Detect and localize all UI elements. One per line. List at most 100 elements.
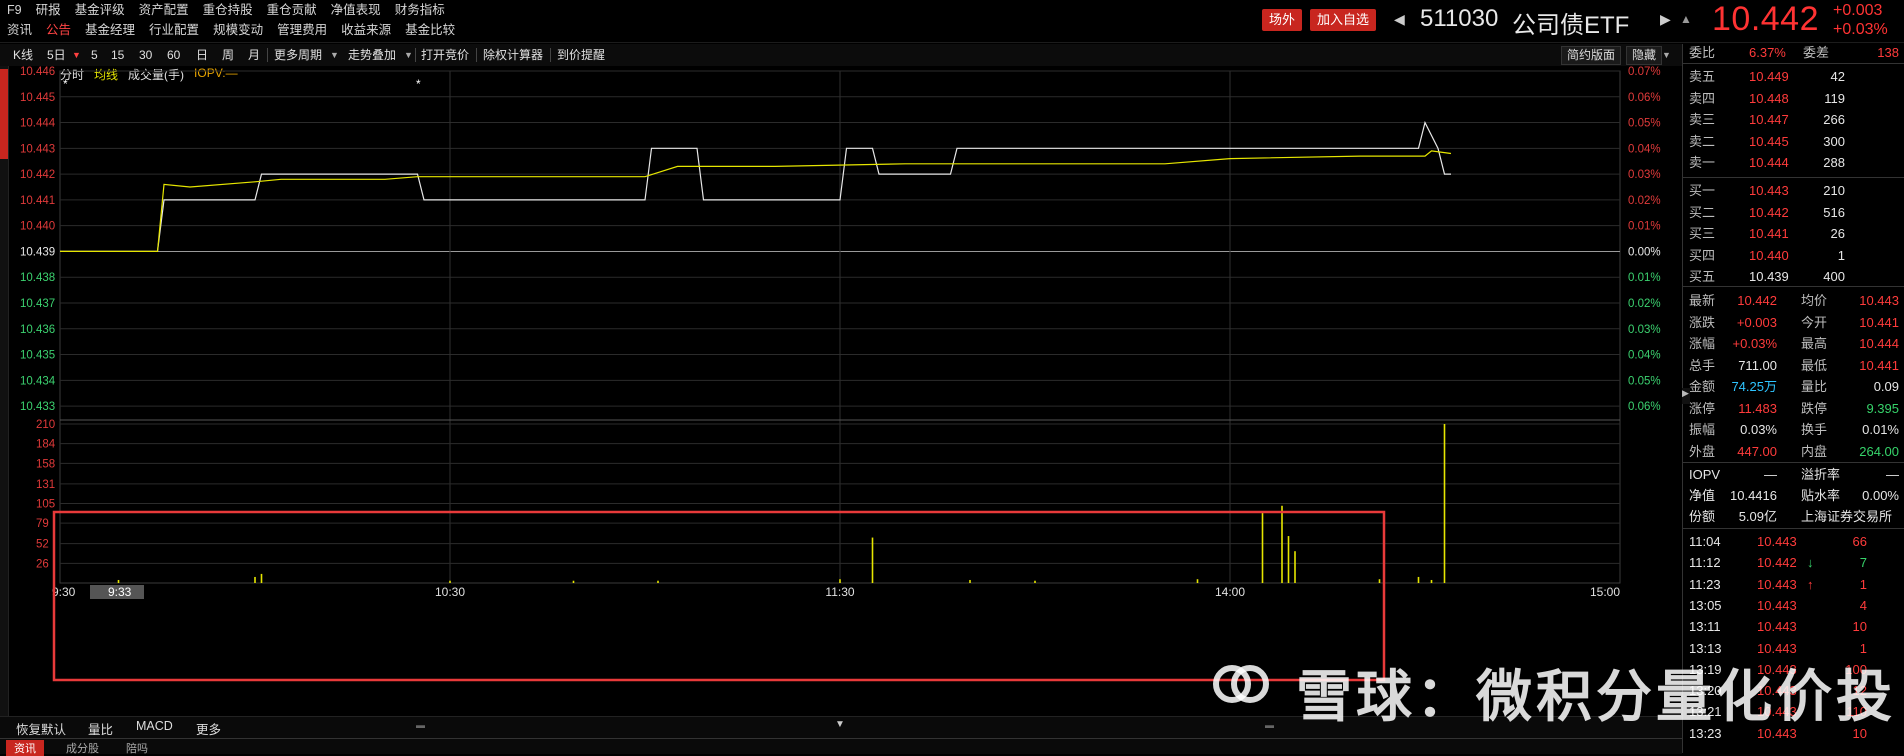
- splitter-handle[interactable]: ▬: [416, 720, 425, 730]
- menu-item[interactable]: 基金评级: [68, 0, 132, 20]
- tick-row[interactable]: 11:04 10.443 66: [1683, 531, 1904, 552]
- ask-row[interactable]: 卖一 10.444 288: [1683, 152, 1904, 173]
- volume-ratio-tab[interactable]: 量比: [88, 719, 113, 738]
- level-price: 10.444: [1749, 155, 1789, 170]
- menu-item[interactable]: 管理费用: [270, 20, 334, 40]
- stat-value: 0.01%: [1862, 422, 1899, 437]
- tick-price: 10.443: [1757, 619, 1797, 635]
- volume-tick-label: 52: [36, 539, 49, 551]
- period-week[interactable]: 周: [222, 44, 234, 66]
- menu-item[interactable]: 财务指标: [388, 0, 452, 20]
- hide-dropdown-icon[interactable]: ▼: [1662, 44, 1671, 66]
- period-15min[interactable]: 15: [111, 44, 124, 66]
- period-month[interactable]: 月: [248, 44, 260, 66]
- menu-item[interactable]: 资讯: [0, 20, 39, 40]
- price-tick-label: 10.435: [20, 350, 55, 362]
- ask-row[interactable]: 卖四 10.448 119: [1683, 88, 1904, 109]
- time-tick-label: 11:30: [825, 585, 854, 599]
- period-dropdown-icon[interactable]: ▼: [72, 44, 81, 66]
- price-tick-label: 10.434: [20, 375, 56, 387]
- percent-tick-label: 0.04%: [1628, 350, 1661, 362]
- period-30min[interactable]: 30: [139, 44, 152, 66]
- top-bar: F9 研报 基金评级 资产配置 重仓持股 重仓贡献 净值表现 财务指标 资讯 公告 基金经理 行业配…: [0, 0, 1904, 43]
- toolbar-divider: [415, 48, 416, 62]
- menu-item[interactable]: 基金经理: [78, 20, 142, 40]
- tick-row[interactable]: 11:12 10.442 ↓ 7: [1683, 552, 1904, 573]
- divider: [1683, 286, 1904, 287]
- next-stock-icon[interactable]: ▶: [1660, 11, 1671, 28]
- bid-row[interactable]: 买一 10.443 210: [1683, 180, 1904, 201]
- stat-value: 447.00: [1737, 443, 1777, 459]
- weicha-label: 委差: [1803, 45, 1830, 60]
- menu-item[interactable]: F9: [0, 0, 29, 20]
- tick-row[interactable]: 13:11 10.443 10: [1683, 616, 1904, 637]
- prev-stock-icon[interactable]: ◀: [1394, 11, 1405, 28]
- bid-row[interactable]: 买二 10.442 516: [1683, 202, 1904, 223]
- divider: [1683, 63, 1904, 64]
- bell-icon[interactable]: ▲: [1680, 12, 1692, 26]
- outside-button[interactable]: 场外: [1262, 9, 1303, 31]
- menu-item[interactable]: 规模变动: [206, 20, 270, 40]
- level-volume: 300: [1823, 133, 1845, 149]
- tick-time: 13:05: [1689, 597, 1722, 613]
- menu-row-1: F9 研报 基金评级 资产配置 重仓持股 重仓贡献 净值表现 财务指标: [0, 0, 452, 20]
- tick-row[interactable]: 11:23 10.443 ↑ 1: [1683, 574, 1904, 595]
- price-alert-button[interactable]: 到价提醒: [557, 44, 605, 66]
- level-volume: 119: [1824, 90, 1845, 106]
- period-5min[interactable]: 5: [91, 44, 98, 66]
- level-label: 卖三: [1689, 112, 1716, 127]
- level-price: 10.449: [1749, 69, 1789, 84]
- bottom-tab-other[interactable]: 陪吗: [118, 740, 156, 756]
- collapse-panel-icon[interactable]: ▶: [1682, 388, 1690, 404]
- menu-item[interactable]: 行业配置: [142, 20, 206, 40]
- fund-info-label: 贴水率: [1801, 488, 1841, 503]
- simple-layout-button[interactable]: 简约版面: [1561, 46, 1622, 65]
- restore-default-tab[interactable]: 恢复默认: [16, 719, 66, 738]
- hide-button[interactable]: 隐藏: [1626, 46, 1663, 65]
- tick-price: 10.443: [1757, 576, 1797, 592]
- percent-tick-label: 0.05%: [1628, 375, 1661, 387]
- period-5day-tab[interactable]: 5日: [47, 44, 66, 66]
- bid-row[interactable]: 买四 10.440 1: [1683, 245, 1904, 266]
- menu-item[interactable]: 研报: [29, 0, 68, 20]
- level-label: 卖二: [1689, 133, 1716, 149]
- fund-info-value: 10.4416: [1730, 488, 1777, 503]
- more-period-dropdown[interactable]: 更多周期: [274, 44, 322, 66]
- trend-overlay-dropdown[interactable]: 走势叠加: [348, 44, 396, 66]
- tick-time: 11:12: [1689, 555, 1721, 571]
- period-day[interactable]: 日: [196, 44, 208, 66]
- stat-row: 涨停 11.483 跌停 9.395: [1683, 398, 1904, 419]
- add-watchlist-button[interactable]: 加入自选: [1310, 9, 1377, 31]
- splitter-handle[interactable]: ▬: [1265, 720, 1274, 730]
- weibi-row: 委比 6.37% 委差 138: [1683, 42, 1904, 63]
- rights-calculator-button[interactable]: 除权计算器: [483, 44, 543, 66]
- menu-item[interactable]: 净值表现: [324, 0, 388, 20]
- period-60min[interactable]: 60: [167, 44, 180, 66]
- bottom-tab-news[interactable]: 资讯: [6, 740, 44, 756]
- intraday-chart[interactable]: 10.446 10.445 10.444 10.443 10.442 10.441 10.4…: [8, 66, 1682, 716]
- ask-row[interactable]: 卖二 10.445 300: [1683, 131, 1904, 152]
- menu-item[interactable]: 重仓持股: [196, 0, 260, 20]
- menu-item[interactable]: 收益来源: [334, 20, 398, 40]
- bid-row[interactable]: 买三 10.441 26: [1683, 223, 1904, 244]
- bottom-tab-components[interactable]: 成分股: [58, 740, 107, 756]
- tick-row[interactable]: 13:05 10.443 4: [1683, 595, 1904, 616]
- open-auction-button[interactable]: 打开竞价: [421, 44, 469, 66]
- tick-time: 11:04: [1689, 534, 1721, 549]
- kline-tab[interactable]: K线: [13, 44, 33, 66]
- macd-tab[interactable]: MACD: [136, 719, 173, 733]
- ask-row[interactable]: 卖五 10.449 42: [1683, 66, 1904, 87]
- volume-tick-label: 26: [36, 558, 49, 570]
- bid-row[interactable]: 买五 10.439 400: [1683, 266, 1904, 287]
- ask-row[interactable]: 卖三 10.447 266: [1683, 109, 1904, 130]
- stat-value: 10.444: [1859, 336, 1899, 351]
- menu-item[interactable]: 基金比较: [398, 20, 462, 40]
- time-tick-label: 14:00: [1215, 585, 1245, 599]
- menu-item[interactable]: 重仓贡献: [260, 0, 324, 20]
- menu-item[interactable]: 公告: [39, 20, 78, 40]
- menu-item[interactable]: 资产配置: [132, 0, 196, 20]
- stat-value: 0.03%: [1740, 422, 1777, 437]
- stat-row: 涨跌 +0.003 今开 10.441: [1683, 312, 1904, 333]
- more-indicators-tab[interactable]: 更多: [196, 719, 221, 738]
- expand-down-icon[interactable]: ▼: [835, 719, 845, 730]
